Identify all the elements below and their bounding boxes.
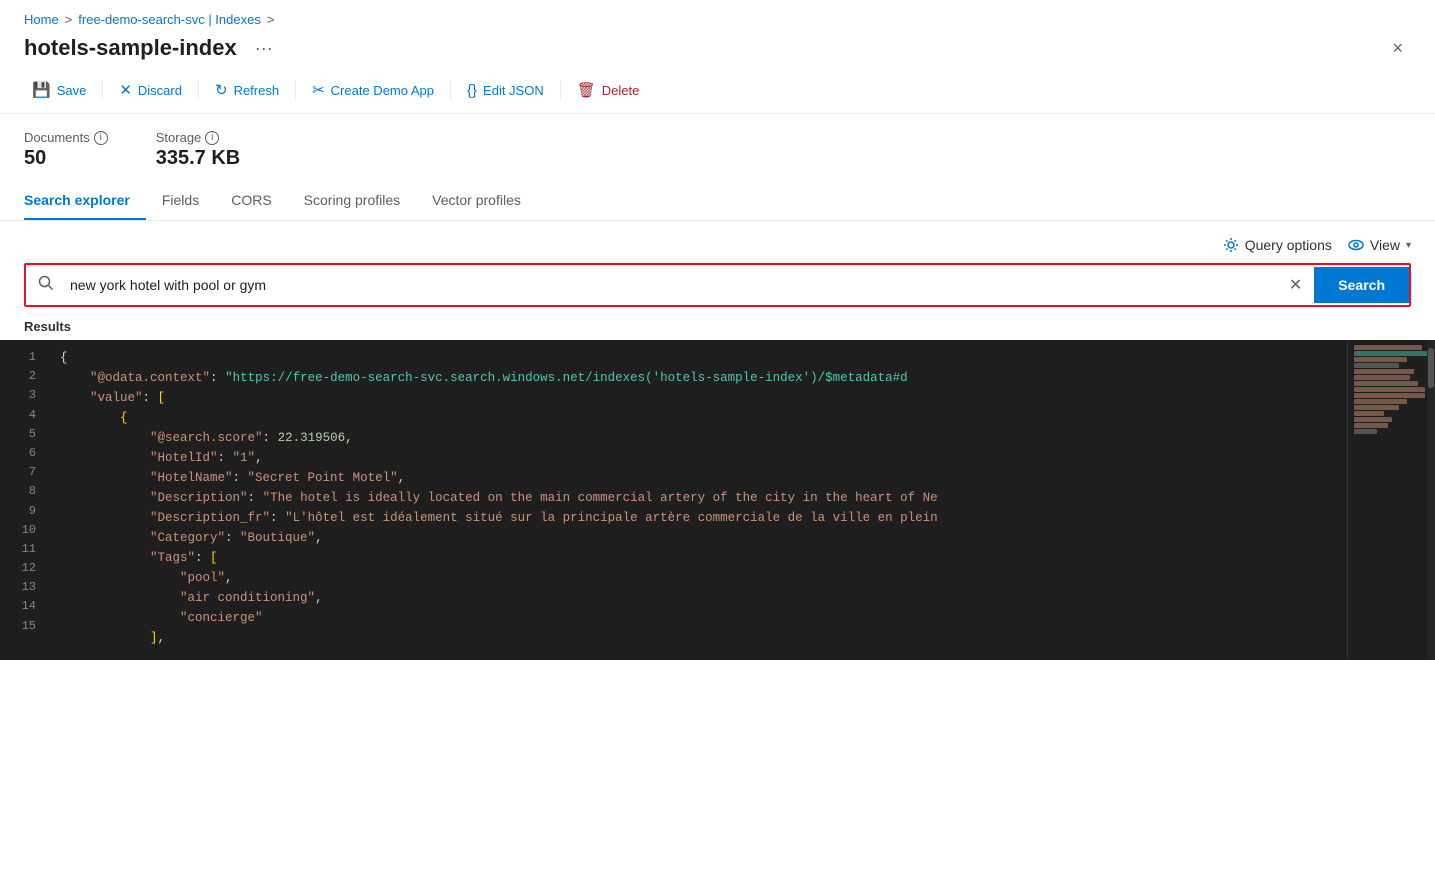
- code-line-8: "Description": "The hotel is ideally loc…: [48, 488, 1347, 508]
- search-bar-icon: [26, 265, 66, 305]
- code-line-10: "Category": "Boutique",: [48, 528, 1347, 548]
- chevron-down-icon: ▾: [1406, 240, 1411, 251]
- line-num-3: 3: [0, 386, 48, 405]
- tab-scoring-profiles[interactable]: Scoring profiles: [288, 182, 417, 220]
- odata-context-link[interactable]: "https://free-demo-search-svc.search.win…: [225, 371, 908, 385]
- storage-stat: Storage i 335.7 KB: [156, 130, 241, 170]
- documents-label: Documents: [24, 130, 90, 145]
- scrollbar-thumb[interactable]: [1428, 348, 1434, 388]
- refresh-button[interactable]: ↻ Refresh: [207, 77, 287, 103]
- page-title: hotels-sample-index: [24, 35, 237, 61]
- line-num-8: 8: [0, 482, 48, 501]
- storage-info-icon[interactable]: i: [205, 131, 219, 145]
- search-icon: [38, 275, 54, 291]
- search-section: Query options View ▾ ✕ Search: [0, 221, 1435, 307]
- search-options-row: Query options View ▾: [24, 237, 1411, 253]
- close-button[interactable]: ×: [1384, 36, 1411, 61]
- results-label: Results: [0, 319, 1435, 340]
- toolbar-divider5: [560, 80, 561, 100]
- toolbar-divider: [102, 80, 103, 100]
- line-num-12: 12: [0, 559, 48, 578]
- breadcrumb-sep1: >: [65, 12, 73, 27]
- code-line-13: "air conditioning",: [48, 588, 1347, 608]
- line-num-2: 2: [0, 367, 48, 386]
- line-num-7: 7: [0, 463, 48, 482]
- code-line-4: {: [48, 408, 1347, 428]
- toolbar-divider4: [450, 80, 451, 100]
- stats-row: Documents i 50 Storage i 335.7 KB: [0, 114, 1435, 178]
- search-bar: ✕ Search: [24, 263, 1411, 307]
- line-numbers: 1 2 3 4 5 6 7 8 9 10 11 12 13 14 15: [0, 340, 48, 660]
- line-num-4: 4: [0, 406, 48, 425]
- code-content[interactable]: { "@odata.context": "https://free-demo-s…: [48, 340, 1347, 660]
- breadcrumb: Home > free-demo-search-svc | Indexes >: [0, 0, 1435, 31]
- tab-search-explorer[interactable]: Search explorer: [24, 182, 146, 220]
- tab-cors[interactable]: CORS: [215, 182, 287, 220]
- code-line-12: "pool",: [48, 568, 1347, 588]
- breadcrumb-service[interactable]: free-demo-search-svc | Indexes: [78, 12, 261, 27]
- code-line-11: "Tags": [: [48, 548, 1347, 568]
- discard-button[interactable]: ✕ Discard: [111, 77, 190, 103]
- code-line-14: "concierge": [48, 608, 1347, 628]
- search-clear-button[interactable]: ✕: [1277, 267, 1314, 303]
- code-line-15: ],: [48, 628, 1347, 648]
- gear-icon: [1223, 237, 1239, 253]
- delete-button[interactable]: 🗑 Delete: [569, 77, 648, 103]
- code-line-1: {: [48, 348, 1347, 368]
- documents-info-icon[interactable]: i: [94, 131, 108, 145]
- save-icon: 💾: [32, 81, 51, 99]
- line-num-5: 5: [0, 425, 48, 444]
- line-num-1: 1: [0, 348, 48, 367]
- toolbar: 💾 Save ✕ Discard ↻ Refresh ✂ Create Demo…: [0, 69, 1435, 114]
- tabs: Search explorer Fields CORS Scoring prof…: [0, 182, 1435, 221]
- line-num-11: 11: [0, 540, 48, 559]
- breadcrumb-home[interactable]: Home: [24, 12, 59, 27]
- documents-stat: Documents i 50: [24, 130, 108, 170]
- line-num-9: 9: [0, 502, 48, 521]
- code-line-6: "HotelId": "1",: [48, 448, 1347, 468]
- tab-fields[interactable]: Fields: [146, 182, 215, 220]
- query-options-button[interactable]: Query options: [1223, 237, 1332, 253]
- search-button[interactable]: Search: [1314, 267, 1409, 303]
- results-area: 1 2 3 4 5 6 7 8 9 10 11 12 13 14 15 { "@…: [0, 340, 1435, 660]
- demo-app-icon: ✂: [312, 81, 325, 99]
- code-line-3: "value": [: [48, 388, 1347, 408]
- edit-json-button[interactable]: {} Edit JSON: [459, 78, 552, 103]
- code-line-7: "HotelName": "Secret Point Motel",: [48, 468, 1347, 488]
- line-num-13: 13: [0, 578, 48, 597]
- breadcrumb-sep2: >: [267, 12, 275, 27]
- documents-value: 50: [24, 147, 108, 170]
- create-demo-app-button[interactable]: ✂ Create Demo App: [304, 77, 442, 103]
- page-header: hotels-sample-index ··· ×: [0, 31, 1435, 69]
- save-button[interactable]: 💾 Save: [24, 77, 94, 103]
- minimap: [1347, 340, 1427, 660]
- delete-icon: 🗑: [577, 81, 596, 99]
- view-icon: [1348, 237, 1364, 253]
- code-line-2: "@odata.context": "https://free-demo-sea…: [48, 368, 1347, 388]
- code-line-5: "@search.score": 22.319506,: [48, 428, 1347, 448]
- more-options-button[interactable]: ···: [249, 36, 279, 61]
- code-line-9: "Description_fr": "L'hôtel est idéalemen…: [48, 508, 1347, 528]
- tab-vector-profiles[interactable]: Vector profiles: [416, 182, 537, 220]
- json-icon: {}: [467, 82, 477, 99]
- toolbar-divider3: [295, 80, 296, 100]
- view-button[interactable]: View ▾: [1348, 237, 1411, 253]
- line-num-10: 10: [0, 521, 48, 540]
- toolbar-divider2: [198, 80, 199, 100]
- query-options-label: Query options: [1245, 237, 1332, 253]
- scrollbar[interactable]: [1427, 340, 1435, 660]
- storage-label: Storage: [156, 130, 202, 145]
- view-label: View: [1370, 237, 1400, 253]
- storage-value: 335.7 KB: [156, 147, 241, 170]
- discard-icon: ✕: [119, 81, 132, 99]
- line-num-6: 6: [0, 444, 48, 463]
- refresh-icon: ↻: [215, 81, 228, 99]
- line-num-14: 14: [0, 597, 48, 616]
- line-num-15: 15: [0, 617, 48, 636]
- search-input[interactable]: [66, 267, 1277, 303]
